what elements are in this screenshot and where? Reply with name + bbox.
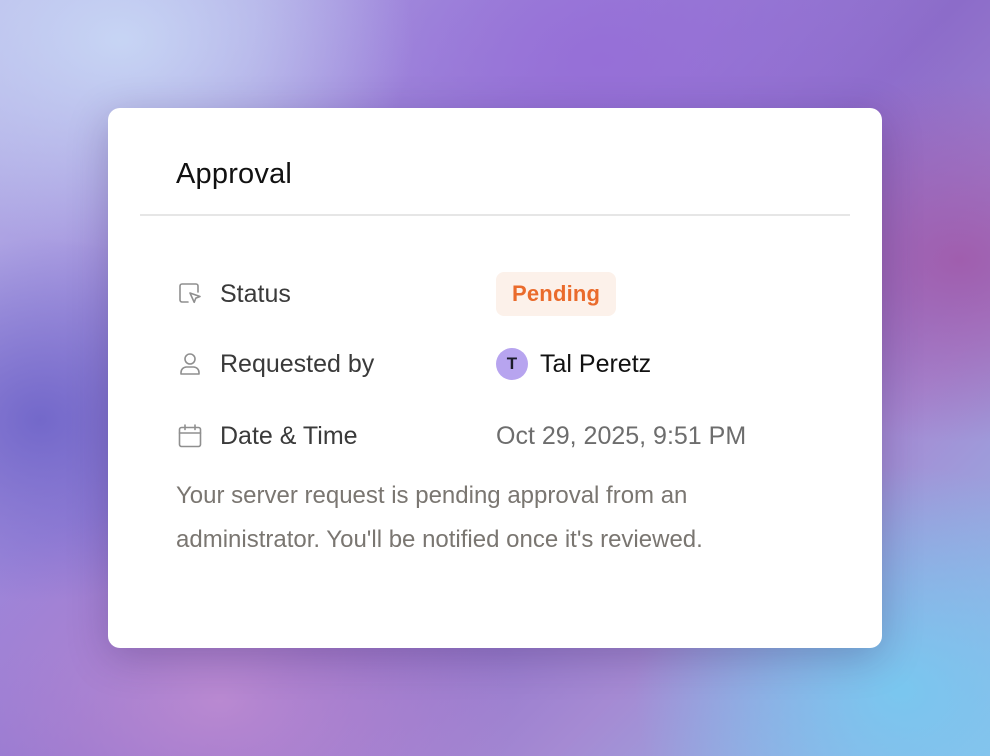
cursor-box-icon bbox=[176, 280, 204, 308]
calendar-icon bbox=[176, 422, 204, 450]
status-description: Your server request is pending approval … bbox=[176, 482, 703, 553]
status-row: Status Pending bbox=[176, 272, 816, 316]
card-title: Approval bbox=[176, 158, 293, 190]
header-divider bbox=[140, 214, 850, 216]
date-time-label: Date & Time bbox=[220, 422, 358, 450]
date-time-value: Oct 29, 2025, 9:51 PM bbox=[496, 422, 747, 450]
approval-card: Approval Status Pending Requested by T T… bbox=[108, 108, 882, 648]
status-label: Status bbox=[220, 280, 291, 308]
requester: T Tal Peretz bbox=[496, 342, 651, 386]
requested-by-label: Requested by bbox=[220, 350, 375, 378]
status-value: Pending bbox=[496, 272, 617, 316]
user-icon bbox=[176, 350, 204, 378]
date-time-row: Date & Time Oct 29, 2025, 9:51 PM bbox=[176, 414, 816, 458]
date-time-value-wrap: Oct 29, 2025, 9:51 PM bbox=[496, 414, 746, 458]
avatar: T bbox=[496, 348, 528, 380]
requested-by-row: Requested by T Tal Peretz bbox=[176, 342, 816, 386]
status-badge: Pending bbox=[496, 272, 617, 316]
requester-name: Tal Peretz bbox=[540, 349, 652, 378]
